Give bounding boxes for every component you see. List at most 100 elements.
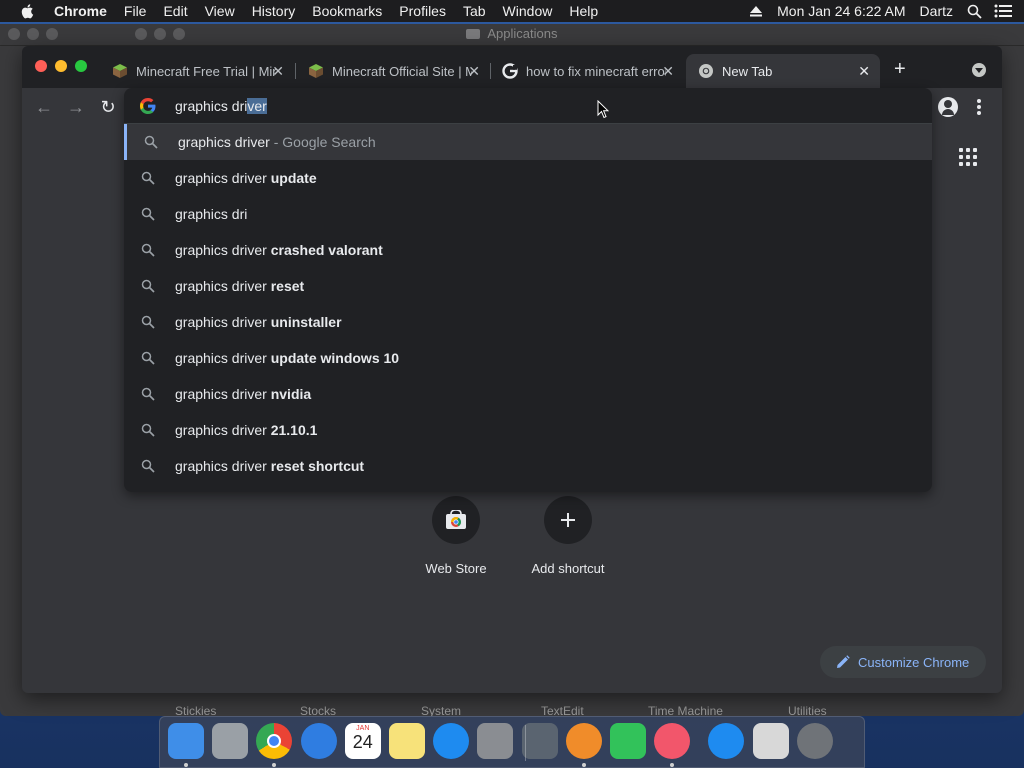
facetime-icon[interactable]: [610, 723, 646, 759]
zoom-window-button[interactable]: [75, 60, 87, 72]
google-apps-icon[interactable]: [959, 148, 977, 166]
tab-close-icon[interactable]: ✕: [662, 63, 674, 80]
omnibox-suggestion[interactable]: graphics driver - Google Search: [124, 124, 932, 160]
tab-close-icon[interactable]: ✕: [272, 63, 284, 80]
omnibox-suggestion[interactable]: graphics driver update windows 10: [124, 340, 932, 376]
suggestion-completion: uninstaller: [266, 314, 342, 330]
finder-traffic-lights-secondary[interactable]: [135, 28, 185, 40]
finder-label-textedit[interactable]: TextEdit: [541, 704, 584, 716]
omnibox-suggestion[interactable]: graphics driver reset shortcut: [124, 448, 932, 484]
calendar-month: JAN: [356, 725, 370, 732]
tab-title: Minecraft Official Site | Minecraft: [332, 63, 472, 79]
menu-history[interactable]: History: [252, 3, 296, 19]
menu-window[interactable]: Window: [503, 3, 553, 19]
suggestion-text: graphics driver uninstaller: [175, 314, 342, 330]
back-arrow-icon[interactable]: ←: [33, 96, 55, 118]
search-icon: [141, 207, 155, 221]
finder-label-utilities[interactable]: Utilities: [788, 704, 827, 716]
shortcut-label: Web Store: [425, 561, 487, 576]
new-tab-button[interactable]: +: [894, 59, 906, 79]
omnibox-suggestion[interactable]: graphics driver 21.10.1: [124, 412, 932, 448]
menu-bookmarks[interactable]: Bookmarks: [312, 3, 382, 19]
tab-minecraft-official[interactable]: Minecraft Official Site | Minecraft ✕: [296, 54, 490, 88]
suggestion-prefix: graphics driver: [178, 134, 270, 150]
app-store-icon[interactable]: [433, 723, 470, 759]
omnibox-suggestion[interactable]: graphics driver update: [124, 160, 932, 196]
safari-icon[interactable]: [300, 723, 337, 759]
dock-running-indicator: [670, 763, 675, 767]
menu-help[interactable]: Help: [569, 3, 598, 19]
tab-google-search[interactable]: how to fix minecraft error - Google Sear…: [490, 54, 684, 88]
tab-close-icon[interactable]: ✕: [468, 63, 480, 80]
omnibox-suggestion[interactable]: graphics driver crashed valorant: [124, 232, 932, 268]
menu-view[interactable]: View: [205, 3, 235, 19]
finder-traffic-lights[interactable]: [8, 28, 58, 40]
close-window-button[interactable]: [35, 60, 47, 72]
menu-profiles[interactable]: Profiles: [399, 3, 446, 19]
customize-chrome-button[interactable]: Customize Chrome: [820, 646, 986, 678]
suggestion-completion: reset shortcut: [266, 458, 365, 474]
control-center-icon[interactable]: [994, 4, 1012, 18]
omnibox-input[interactable]: graphics driver: [124, 88, 932, 124]
tab-new-tab[interactable]: New Tab ✕: [686, 54, 880, 88]
menubar-clock[interactable]: Mon Jan 24 6:22 AM: [777, 3, 905, 19]
notes-icon[interactable]: [389, 723, 425, 759]
google-icon: [502, 63, 518, 79]
system-preferences-icon[interactable]: [477, 723, 514, 759]
finder-label-system[interactable]: System: [421, 704, 461, 716]
menu-file[interactable]: File: [124, 3, 147, 19]
music-icon[interactable]: [654, 723, 691, 759]
finder-icon[interactable]: [168, 723, 204, 759]
suggestion-text: graphics driver reset shortcut: [175, 458, 364, 474]
menu-tab[interactable]: Tab: [463, 3, 486, 19]
search-icon: [141, 387, 155, 401]
omnibox-suggestion[interactable]: graphics driver uninstaller: [124, 304, 932, 340]
instruments-icon[interactable]: [521, 723, 558, 759]
finder-label-stickies[interactable]: Stickies: [175, 704, 216, 716]
tab-search-icon[interactable]: [972, 63, 986, 77]
web-store-icon: [446, 510, 466, 529]
suggestion-text: graphics driver nvidia: [175, 386, 311, 402]
menubar-user[interactable]: Dartz: [920, 3, 953, 19]
profile-avatar-icon[interactable]: [938, 97, 958, 117]
omnibox-typed-text: graphics dri: [175, 98, 248, 114]
reload-icon[interactable]: ↻: [97, 96, 119, 118]
tab-minecraft-free-trial[interactable]: Minecraft Free Trial | Minecraft ✕: [100, 54, 294, 88]
dock-separator: [525, 725, 526, 761]
finder-label-stocks[interactable]: Stocks: [300, 704, 336, 716]
tab-title: how to fix minecraft error - Google Sear…: [526, 63, 666, 79]
launchpad-icon[interactable]: [212, 723, 249, 759]
chrome-icon[interactable]: [256, 723, 293, 759]
omnibox-suggestion[interactable]: graphics driver reset: [124, 268, 932, 304]
finder-label-time-machine[interactable]: Time Machine: [648, 704, 723, 716]
omnibox-suggestion[interactable]: graphics dri: [124, 196, 932, 232]
spotlight-search-icon[interactable]: [967, 4, 982, 19]
eject-icon[interactable]: [749, 5, 763, 17]
tab-close-icon[interactable]: ✕: [858, 63, 870, 80]
suggestion-prefix: graphics driver: [175, 422, 267, 438]
file-icon[interactable]: [752, 723, 789, 759]
apple-icon[interactable]: [20, 3, 36, 19]
menu-app-name[interactable]: Chrome: [54, 3, 107, 19]
chrome-window: Minecraft Free Trial | Minecraft ✕ Minec…: [22, 46, 1002, 693]
books-icon[interactable]: [565, 723, 602, 759]
app-store-icon[interactable]: [708, 723, 745, 759]
search-icon: [141, 315, 155, 329]
omnibox-suggestion[interactable]: graphics driver nvidia: [124, 376, 932, 412]
search-icon: [144, 135, 158, 149]
shortcut-add[interactable]: Add shortcut: [512, 496, 624, 576]
calendar-icon[interactable]: JAN 24: [344, 723, 381, 759]
menu-edit[interactable]: Edit: [163, 3, 187, 19]
shortcut-web-store[interactable]: Web Store: [400, 496, 512, 576]
minimize-window-button[interactable]: [55, 60, 67, 72]
omnibox-text[interactable]: graphics driver: [175, 98, 267, 114]
suggestion-text: graphics driver crashed valorant: [175, 242, 383, 258]
mouse-cursor-icon: [597, 100, 609, 119]
more-menu-icon[interactable]: [975, 98, 983, 116]
trash-icon[interactable]: [796, 723, 833, 759]
plus-icon: [561, 513, 575, 527]
suggestion-prefix: graphics driver: [175, 278, 267, 294]
calendar-day: 24: [352, 732, 373, 752]
search-icon: [141, 351, 155, 365]
forward-arrow-icon[interactable]: →: [65, 96, 87, 118]
